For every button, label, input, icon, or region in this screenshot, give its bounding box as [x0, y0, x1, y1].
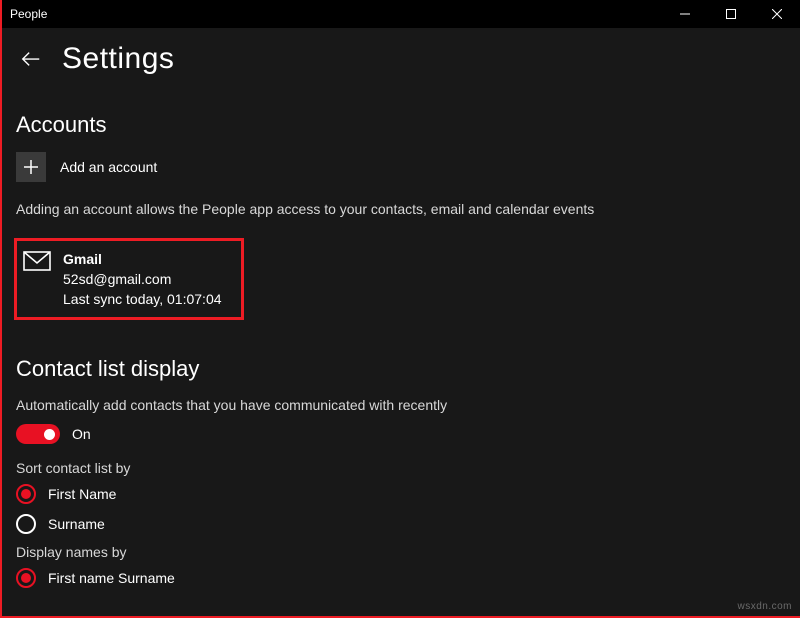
account-name: Gmail — [63, 249, 222, 269]
radio-label: Surname — [48, 516, 105, 532]
minimize-button[interactable] — [662, 0, 708, 28]
auto-add-toggle[interactable] — [16, 424, 60, 444]
section-heading-accounts: Accounts — [16, 112, 786, 138]
add-account-label: Add an account — [60, 159, 157, 175]
page-title: Settings — [62, 42, 174, 76]
auto-add-label: Automatically add contacts that you have… — [16, 396, 786, 416]
account-sync: Last sync today, 01:07:04 — [63, 289, 222, 309]
sort-option-first-name[interactable]: First Name — [16, 484, 786, 504]
auto-add-state: On — [72, 426, 91, 442]
mail-icon — [23, 251, 51, 271]
maximize-button[interactable] — [708, 0, 754, 28]
close-button[interactable] — [754, 0, 800, 28]
window-title: People — [10, 7, 47, 21]
section-heading-contact-list: Contact list display — [16, 356, 786, 382]
radio-icon — [16, 484, 36, 504]
sort-label: Sort contact list by — [16, 460, 786, 476]
plus-icon — [16, 152, 46, 182]
back-button[interactable] — [16, 44, 46, 74]
sort-option-surname[interactable]: Surname — [16, 514, 786, 534]
account-email: 52sd@gmail.com — [63, 269, 222, 289]
watermark: wsxdn.com — [737, 601, 792, 612]
radio-icon — [16, 568, 36, 588]
accounts-hint: Adding an account allows the People app … — [16, 200, 786, 220]
arrow-left-icon — [20, 48, 42, 70]
display-option-first-name-surname[interactable]: First name Surname — [16, 568, 786, 588]
display-label: Display names by — [16, 544, 786, 560]
add-account-button[interactable]: Add an account — [16, 152, 786, 182]
radio-icon — [16, 514, 36, 534]
radio-label: First name Surname — [48, 570, 175, 586]
account-item-gmail[interactable]: Gmail 52sd@gmail.com Last sync today, 01… — [14, 238, 244, 321]
radio-label: First Name — [48, 486, 116, 502]
titlebar: People — [2, 0, 800, 28]
